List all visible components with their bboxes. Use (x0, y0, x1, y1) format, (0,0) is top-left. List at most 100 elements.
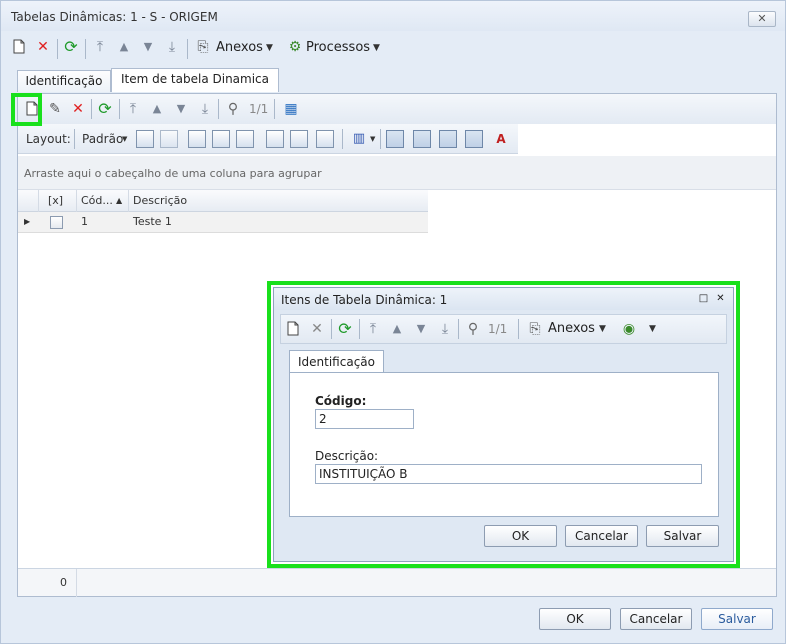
ok-button[interactable]: OK (484, 525, 557, 547)
refresh-icon[interactable]: ⟳ (61, 37, 81, 57)
toolbar-separator (74, 129, 75, 149)
dialog-form-panel: Código: 2 Descrição: INSTITUIÇÃO B (289, 372, 719, 517)
column-divider (76, 190, 77, 212)
ok-button[interactable]: OK (539, 608, 611, 630)
cancel-button[interactable]: Cancelar (565, 525, 638, 547)
row-checkbox[interactable] (50, 216, 63, 229)
dialog-toolbar: ✕ ⟳ ⤒ ▲ ▼ ⤓ ⚲ 1/1 ⎘ Anexos ▼ ◉ ▼ (280, 314, 727, 344)
layout-select[interactable]: Padrão (82, 132, 123, 146)
code-field[interactable]: 2 (315, 409, 414, 429)
attachments-menu[interactable]: Anexos (548, 321, 595, 336)
first-record-icon[interactable]: ⤒ (363, 319, 383, 339)
attachment-icon[interactable]: ⎘ (525, 319, 545, 339)
chart-icon[interactable]: ▥ (349, 129, 369, 149)
previous-record-icon[interactable]: ▲ (114, 37, 134, 57)
highlight-new-button (11, 93, 42, 126)
next-record-icon[interactable]: ▼ (411, 319, 431, 339)
next-record-icon[interactable]: ▼ (171, 99, 191, 119)
record-counter: 1/1 (249, 102, 269, 116)
code-label: Código: (315, 394, 367, 408)
view-mode-2-icon[interactable] (413, 130, 431, 148)
columns-icon[interactable] (188, 130, 206, 148)
export-icon[interactable] (212, 130, 230, 148)
delete-layout-icon[interactable] (160, 130, 178, 148)
group-by-area[interactable]: Arraste aqui o cabeçalho de uma coluna p… (18, 156, 776, 190)
record-counter: 1/1 (488, 322, 508, 336)
toolbar-separator (342, 129, 343, 149)
chevron-down-icon[interactable]: ▼ (599, 324, 606, 334)
column-header-code[interactable]: Cód... (81, 190, 113, 212)
toolbar-separator (91, 99, 92, 119)
chevron-down-icon[interactable]: ▼ (122, 135, 127, 143)
cancel-button[interactable]: Cancelar (620, 608, 692, 630)
view-mode-3-icon[interactable] (439, 130, 457, 148)
refresh-icon[interactable]: ⟳ (335, 319, 355, 339)
next-record-icon[interactable]: ▼ (138, 37, 158, 57)
title-bar: Tabelas Dinâmicas: 1 - S - ORIGEM ✕ (1, 1, 785, 31)
tab-identificacao[interactable]: Identificação (289, 350, 384, 373)
refresh-icon[interactable]: ⟳ (95, 99, 115, 119)
chevron-down-icon[interactable]: ▼ (649, 324, 656, 334)
last-record-icon[interactable]: ⤓ (162, 37, 182, 57)
text-format-icon[interactable]: A (491, 129, 511, 149)
chevron-down-icon[interactable]: ▼ (373, 43, 380, 53)
last-record-icon[interactable]: ⤓ (195, 99, 215, 119)
chevron-down-icon[interactable]: ▼ (266, 43, 273, 53)
delete-icon[interactable]: ✕ (307, 319, 327, 339)
group-by-hint: Arraste aqui o cabeçalho de uma coluna p… (24, 167, 322, 180)
view-mode-4-icon[interactable] (465, 130, 483, 148)
main-toolbar: ✕ ⟳ ⤒ ▲ ▼ ⤓ ⎘ Anexos ▼ ⚙ Processos ▼ (1, 33, 785, 63)
search-binoculars-icon[interactable]: ⚲ (463, 319, 483, 339)
search-binoculars-icon[interactable]: ⚲ (223, 99, 243, 119)
tab-identificacao[interactable]: Identificação (17, 70, 111, 92)
sort-ascending-icon: ▲ (116, 196, 123, 205)
table-row[interactable]: ▶ 1 Teste 1 (18, 212, 428, 233)
column-divider (38, 190, 39, 212)
column-header-description[interactable]: Descrição (133, 190, 187, 212)
footer-count: 0 (60, 576, 67, 589)
close-icon[interactable]: ✕ (715, 293, 726, 304)
previous-record-icon[interactable]: ▲ (387, 319, 407, 339)
dialog-title-bar: Itens de Tabela Dinâmica: 1 □ ✕ (274, 288, 733, 310)
attachment-icon[interactable]: ⎘ (193, 37, 213, 57)
dialog-title: Itens de Tabela Dinâmica: 1 (281, 293, 448, 307)
grid-view-icon[interactable]: ▦ (281, 99, 301, 119)
view-mode-1-icon[interactable] (386, 130, 404, 148)
last-record-icon[interactable]: ⤓ (435, 319, 455, 339)
sum-icon[interactable] (290, 130, 308, 148)
toolbar-separator (274, 99, 275, 119)
column-divider (128, 190, 129, 212)
delete-icon[interactable]: ✕ (33, 37, 53, 57)
previous-record-icon[interactable]: ▲ (147, 99, 167, 119)
edit-icon[interactable]: ✎ (45, 99, 65, 119)
notes-icon[interactable] (316, 130, 334, 148)
row-description: Teste 1 (133, 215, 172, 228)
first-record-icon[interactable]: ⤒ (123, 99, 143, 119)
description-field[interactable]: INSTITUIÇÃO B (315, 464, 702, 484)
new-icon[interactable] (9, 37, 29, 57)
maximize-icon[interactable]: □ (698, 293, 709, 304)
processes-icon[interactable]: ⚙ (285, 37, 305, 57)
delete-icon[interactable]: ✕ (68, 99, 88, 119)
import-icon[interactable] (236, 130, 254, 148)
main-window: Tabelas Dinâmicas: 1 - S - ORIGEM ✕ ✕ ⟳ … (0, 0, 786, 644)
close-button[interactable]: ✕ (748, 11, 776, 27)
attachments-menu[interactable]: Anexos (216, 40, 263, 55)
save-button[interactable]: Salvar (701, 608, 773, 630)
toolbar-separator (359, 319, 360, 339)
new-icon[interactable] (283, 319, 303, 339)
save-layout-icon[interactable] (136, 130, 154, 148)
tab-item-tabela-dinamica[interactable]: Item de tabela Dinamica (111, 68, 279, 92)
chevron-down-icon[interactable]: ▼ (370, 135, 375, 143)
window-title: Tabelas Dinâmicas: 1 - S - ORIGEM (11, 10, 218, 24)
filter-icon[interactable] (266, 130, 284, 148)
column-header-select[interactable]: [x] (48, 190, 63, 212)
toolbar-separator (187, 39, 188, 59)
first-record-icon[interactable]: ⤒ (90, 37, 110, 57)
description-label: Descrição: (315, 449, 379, 463)
toolbar-separator (85, 39, 86, 59)
column-divider (76, 569, 77, 597)
globe-icon[interactable]: ◉ (619, 319, 639, 339)
save-button[interactable]: Salvar (646, 525, 719, 547)
processes-menu[interactable]: Processos (306, 40, 370, 55)
